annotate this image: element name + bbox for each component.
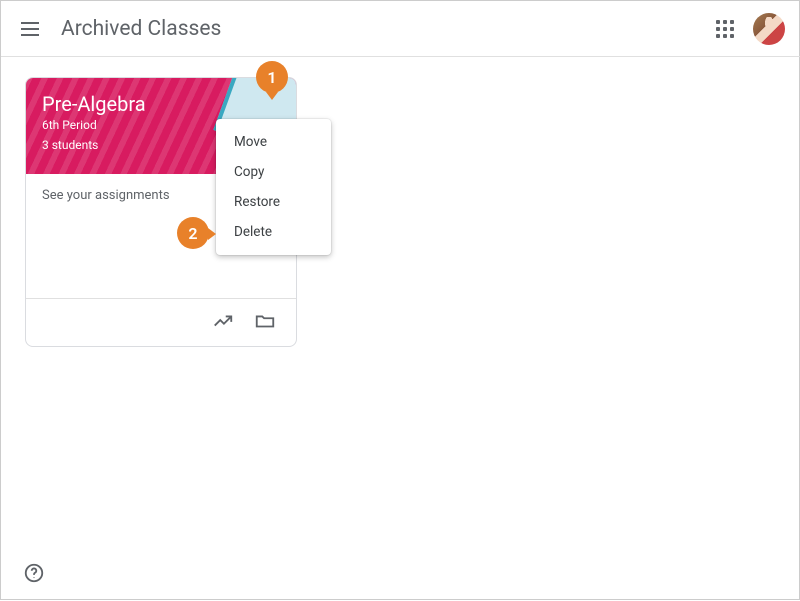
- app-header: Archived Classes: [1, 1, 800, 57]
- apps-grid-icon[interactable]: [713, 17, 737, 41]
- page-title: Archived Classes: [61, 17, 713, 41]
- main-scroll[interactable]: Archived Classes Pre-Algebra 6th Period …: [1, 1, 800, 601]
- tutorial-callout-2: 2: [177, 217, 209, 249]
- class-options-menu: Move Copy Restore Delete: [216, 119, 331, 255]
- callout-label: 2: [188, 224, 197, 243]
- menu-item-move[interactable]: Move: [216, 127, 331, 157]
- tutorial-callout-1: 1: [256, 61, 288, 93]
- menu-item-restore[interactable]: Restore: [216, 187, 331, 217]
- trending-icon[interactable]: [212, 310, 234, 336]
- callout-label: 1: [267, 68, 276, 87]
- class-title[interactable]: Pre-Algebra: [42, 92, 280, 116]
- help-icon[interactable]: [23, 562, 45, 584]
- user-avatar[interactable]: [753, 13, 785, 45]
- menu-item-copy[interactable]: Copy: [216, 157, 331, 187]
- class-card-footer: [26, 298, 296, 346]
- assignments-link[interactable]: See your assignments: [42, 188, 170, 203]
- menu-item-delete[interactable]: Delete: [216, 217, 331, 247]
- hamburger-menu-icon[interactable]: [21, 17, 45, 41]
- folder-icon[interactable]: [254, 310, 276, 336]
